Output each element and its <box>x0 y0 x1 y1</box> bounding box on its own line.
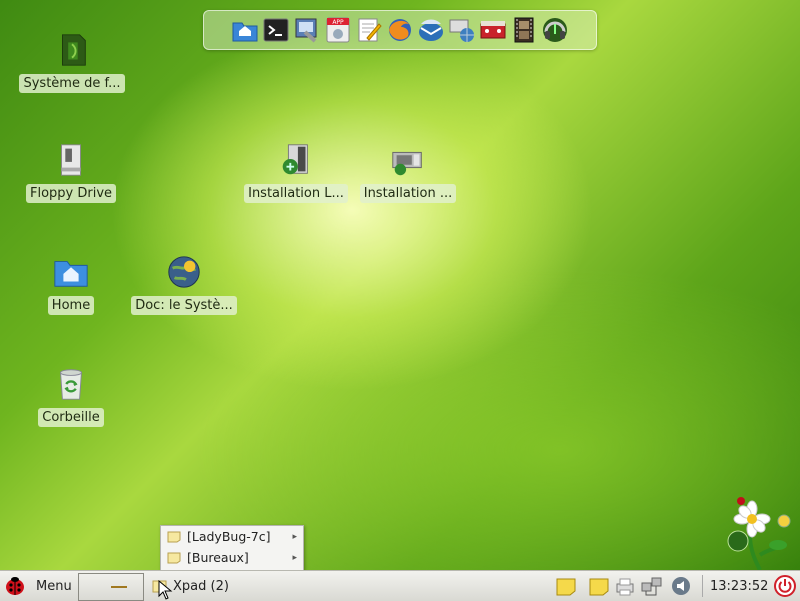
filesystem-icon <box>62 34 86 66</box>
trash-icon <box>60 369 82 400</box>
flower-mascot-icon <box>727 497 791 570</box>
sticky-note-icon <box>589 578 609 596</box>
desktop-icon-label: Floppy Drive <box>25 184 117 203</box>
dock-settings[interactable] <box>292 15 322 45</box>
desktop-icon-floppy[interactable]: Floppy Drive <box>11 140 131 203</box>
dock-home[interactable] <box>230 15 260 45</box>
globe-help-icon <box>168 256 200 288</box>
desktop-icon-home[interactable]: Home <box>11 252 131 315</box>
floppy-drive-icon <box>61 144 81 176</box>
tray-xpad-note-2[interactable] <box>588 574 612 598</box>
desktop-icon-label: Système de f... <box>19 74 125 93</box>
clock[interactable]: 13:23:52 <box>710 571 768 601</box>
dock-network[interactable] <box>447 15 477 45</box>
popup-item-ladybug[interactable]: [LadyBug-7c] ▸ <box>161 526 303 547</box>
note-icon <box>167 552 181 563</box>
volume-icon <box>672 577 690 595</box>
desktop-icon-label: Installation ... <box>359 184 457 203</box>
ladybug-icon <box>6 577 24 595</box>
tray-separator <box>702 575 703 597</box>
mouse-pointer-icon <box>158 580 173 600</box>
network-icon <box>449 19 474 42</box>
workspace-pager <box>78 573 144 601</box>
tray-printer[interactable] <box>614 574 638 598</box>
installer-disk-icon <box>282 144 308 175</box>
main-menu-button[interactable]: Menu <box>4 571 72 601</box>
dock-video-player[interactable] <box>509 15 539 45</box>
thunderbird-icon <box>419 19 443 41</box>
tray-xpad-note-1[interactable] <box>555 574 579 598</box>
app-dock: APP <box>203 10 597 50</box>
xpad-popup-menu: [LadyBug-7c] ▸ [Bureaux] ▸ <box>160 525 304 571</box>
tray-volume[interactable] <box>670 574 694 598</box>
power-button[interactable] <box>773 574 797 598</box>
popup-item-bureaux[interactable]: [Bureaux] ▸ <box>161 547 303 568</box>
desktop-icon-label: Installation L... <box>244 184 348 203</box>
workspace-3[interactable] <box>111 586 127 588</box>
desktop-icon-label: Corbeille <box>38 408 104 427</box>
home-folder-icon <box>232 22 258 42</box>
music-player-icon <box>543 18 567 42</box>
dock-thunderbird[interactable] <box>416 15 446 45</box>
app-badge: APP <box>332 19 344 26</box>
popup-item-label: [Bureaux] <box>187 550 249 565</box>
firefox-icon <box>389 19 411 41</box>
printer-icon <box>616 578 634 596</box>
package-manager-icon <box>480 21 506 39</box>
desktop-icon-systeme[interactable]: Système de f... <box>12 30 132 93</box>
desktop-icon-doc[interactable]: Doc: le Systè... <box>124 252 244 315</box>
task-label: Xpad (2) <box>173 578 229 594</box>
submenu-arrow-icon: ▸ <box>292 552 297 563</box>
desktop-icon-label: Doc: le Systè... <box>131 296 237 315</box>
home-folder-icon <box>54 261 88 287</box>
desktop: APP Système de f... Floppy Drive Install… <box>0 0 800 571</box>
dock-app-installer[interactable]: APP <box>323 15 353 45</box>
installer-hardware-icon <box>392 151 422 176</box>
popup-item-label: [LadyBug-7c] <box>187 529 271 544</box>
submenu-arrow-icon: ▸ <box>292 531 297 542</box>
video-player-icon <box>514 17 534 43</box>
app-installer-icon: APP <box>326 17 350 43</box>
note-icon <box>167 531 181 542</box>
tray-network[interactable] <box>640 574 664 598</box>
text-editor-icon <box>358 18 382 42</box>
dock-firefox[interactable] <box>385 15 415 45</box>
dock-terminal[interactable] <box>261 15 291 45</box>
desktop-icon-installation-l[interactable]: Installation L... <box>236 140 356 203</box>
dock-package-manager[interactable] <box>478 15 508 45</box>
desktop-icon-label: Home <box>47 296 95 315</box>
desktop-icon-trash[interactable]: Corbeille <box>11 364 131 427</box>
dock-music-player[interactable] <box>540 15 570 45</box>
dock-text-editor[interactable] <box>354 15 384 45</box>
sticky-note-icon <box>556 578 576 596</box>
menu-label: Menu <box>36 578 72 594</box>
power-icon <box>774 575 796 597</box>
desktop-icon-installation[interactable]: Installation ... <box>348 140 468 203</box>
network-status-icon <box>641 577 662 596</box>
system-settings-icon <box>295 18 317 43</box>
terminal-icon <box>263 18 289 42</box>
taskbar: Menu Xpad (2) 13:23:52 <box>0 570 800 601</box>
